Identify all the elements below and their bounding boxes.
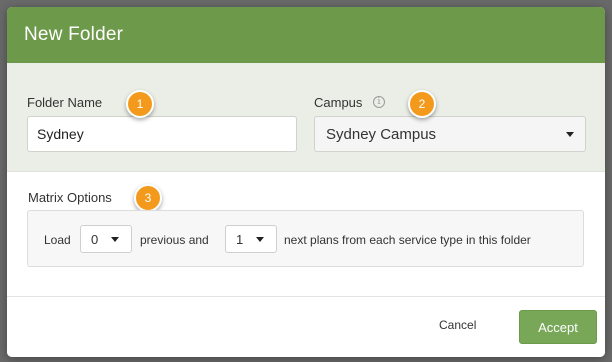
matrix-options-panel: Load 0 previous and 1 next plans from ea… [27,210,584,267]
previous-plans-select[interactable]: 0 [80,225,132,253]
step-badge-1: 1 [126,90,154,118]
next-plans-text: next plans from each service type in thi… [284,233,531,247]
dialog-footer: Cancel Accept [7,296,605,357]
matrix-options-label: Matrix Options [28,190,112,205]
previous-plans-value: 0 [91,231,99,247]
cancel-button[interactable]: Cancel [439,318,476,332]
dialog-header: New Folder [7,7,605,63]
chevron-down-icon [111,237,119,242]
new-folder-dialog: New Folder Folder Name Campus i Sydney C… [7,7,605,357]
step-badge-3: 3 [134,184,162,212]
folder-name-label: Folder Name [27,95,103,110]
step-badge-2: 2 [408,90,436,118]
folder-details-section: Folder Name Campus i Sydney Campus 1 2 [7,63,605,172]
load-text: Load [44,233,71,247]
next-plans-value: 1 [236,231,244,247]
info-icon[interactable]: i [373,96,385,108]
dialog-title: New Folder [24,24,124,45]
campus-select-value: Sydney Campus [326,125,437,143]
accept-button[interactable]: Accept [519,310,597,344]
next-plans-select[interactable]: 1 [225,225,277,253]
chevron-down-icon [566,132,574,137]
campus-select[interactable]: Sydney Campus [314,116,586,152]
chevron-down-icon [256,237,264,242]
campus-label: Campus [314,95,363,110]
previous-and-text: previous and [140,233,209,247]
folder-name-input[interactable] [27,116,297,152]
